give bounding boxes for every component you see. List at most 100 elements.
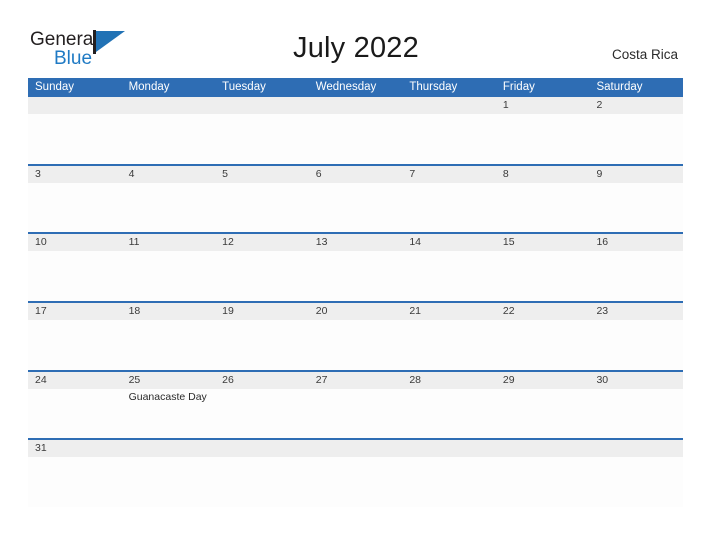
day-cell[interactable] <box>28 251 122 298</box>
day-number[interactable]: 28 <box>402 372 496 389</box>
day-number[interactable]: 22 <box>496 303 590 320</box>
day-cell[interactable] <box>402 251 496 298</box>
day-cell[interactable] <box>589 320 683 367</box>
day-number[interactable]: 12 <box>215 234 309 251</box>
weekday-monday: Monday <box>128 81 170 93</box>
day-cell[interactable] <box>122 457 216 504</box>
calendar-week-row: 17 18 19 20 21 22 23 <box>28 303 683 372</box>
day-number[interactable]: 24 <box>28 372 122 389</box>
day-number[interactable]: 31 <box>28 440 122 457</box>
calendar-week-row: 24 25 26 27 28 29 30 Guanacaste Day <box>28 371 683 441</box>
weekday-sunday: Sunday <box>35 81 75 93</box>
day-cell[interactable] <box>309 183 403 230</box>
day-cell[interactable] <box>309 389 403 436</box>
day-number[interactable]: 2 <box>589 97 683 114</box>
page-header: General Blue July 2022 Costa Rica <box>0 0 712 78</box>
day-number-empty <box>215 97 309 114</box>
day-number[interactable]: 17 <box>28 303 122 320</box>
day-cell[interactable] <box>402 457 496 504</box>
day-number-empty <box>309 440 403 457</box>
day-cell[interactable] <box>28 114 122 161</box>
day-cell[interactable] <box>122 251 216 298</box>
day-number[interactable]: 11 <box>122 234 216 251</box>
day-cell[interactable] <box>496 251 590 298</box>
day-cell[interactable] <box>28 320 122 367</box>
day-cell[interactable] <box>28 457 122 504</box>
day-number[interactable]: 20 <box>309 303 403 320</box>
day-number-empty <box>122 440 216 457</box>
day-cell[interactable] <box>589 457 683 504</box>
week-event-body <box>28 320 683 367</box>
day-cell[interactable] <box>215 251 309 298</box>
day-cell[interactable] <box>589 389 683 436</box>
day-cell[interactable] <box>589 114 683 161</box>
day-cell[interactable] <box>215 183 309 230</box>
week-event-body <box>28 251 683 298</box>
day-cell[interactable] <box>589 183 683 230</box>
day-cell[interactable] <box>309 320 403 367</box>
day-cell[interactable] <box>215 320 309 367</box>
week-event-body <box>28 183 683 230</box>
day-number[interactable]: 18 <box>122 303 216 320</box>
day-cell[interactable] <box>402 183 496 230</box>
day-number[interactable]: 23 <box>589 303 683 320</box>
day-number[interactable]: 15 <box>496 234 590 251</box>
day-cell[interactable] <box>215 389 309 436</box>
weekday-header-row: Sunday Monday Tuesday Wednesday Thursday… <box>28 78 683 97</box>
calendar-page: General Blue July 2022 Costa Rica Sunday… <box>0 0 712 550</box>
day-number-empty <box>309 97 403 114</box>
weekday-thursday: Thursday <box>409 81 458 93</box>
day-number[interactable]: 19 <box>215 303 309 320</box>
week-event-body <box>28 457 683 504</box>
day-cell[interactable] <box>402 389 496 436</box>
calendar-week-row: 3456789 <box>28 165 683 235</box>
day-cell[interactable] <box>496 183 590 230</box>
day-number-empty <box>122 97 216 114</box>
day-number[interactable]: 21 <box>402 303 496 320</box>
day-number[interactable]: 8 <box>496 166 590 183</box>
day-cell[interactable] <box>309 251 403 298</box>
weekday-saturday: Saturday <box>596 81 643 93</box>
day-cell[interactable] <box>496 114 590 161</box>
day-number[interactable]: 7 <box>402 166 496 183</box>
day-number[interactable]: 16 <box>589 234 683 251</box>
day-cell[interactable] <box>122 320 216 367</box>
day-number[interactable]: 3 <box>28 166 122 183</box>
day-number-empty <box>402 97 496 114</box>
day-number[interactable]: 5 <box>215 166 309 183</box>
day-number[interactable]: 9 <box>589 166 683 183</box>
day-cell[interactable] <box>122 114 216 161</box>
day-cell[interactable] <box>215 457 309 504</box>
day-number[interactable]: 1 <box>496 97 590 114</box>
day-cell[interactable]: Guanacaste Day <box>122 389 216 436</box>
day-cell[interactable] <box>496 320 590 367</box>
day-cell[interactable] <box>28 389 122 436</box>
day-number[interactable]: 25 <box>122 372 216 389</box>
day-number[interactable]: 29 <box>496 372 590 389</box>
day-cell[interactable] <box>122 183 216 230</box>
calendar-week-row: 31 <box>28 440 683 508</box>
country-label: Costa Rica <box>611 47 678 62</box>
week-daynumber-strip: 17 18 19 20 21 22 23 <box>28 303 683 321</box>
day-number[interactable]: 13 <box>309 234 403 251</box>
day-cell[interactable] <box>309 457 403 504</box>
day-number[interactable]: 10 <box>28 234 122 251</box>
day-number[interactable]: 26 <box>215 372 309 389</box>
day-cell[interactable] <box>496 457 590 504</box>
day-number[interactable]: 14 <box>402 234 496 251</box>
week-daynumber-strip: 12 <box>28 97 683 114</box>
day-number[interactable]: 6 <box>309 166 403 183</box>
day-cell[interactable] <box>402 114 496 161</box>
day-cell[interactable] <box>496 389 590 436</box>
day-number[interactable]: 30 <box>589 372 683 389</box>
week-event-body <box>28 114 683 161</box>
day-cell[interactable] <box>215 114 309 161</box>
day-number[interactable]: 4 <box>122 166 216 183</box>
day-cell[interactable] <box>309 114 403 161</box>
day-cell[interactable] <box>402 320 496 367</box>
calendar-week-row: 12 <box>28 97 683 166</box>
weekday-friday: Friday <box>502 81 535 93</box>
day-cell[interactable] <box>28 183 122 230</box>
day-number[interactable]: 27 <box>309 372 403 389</box>
day-cell[interactable] <box>589 251 683 298</box>
